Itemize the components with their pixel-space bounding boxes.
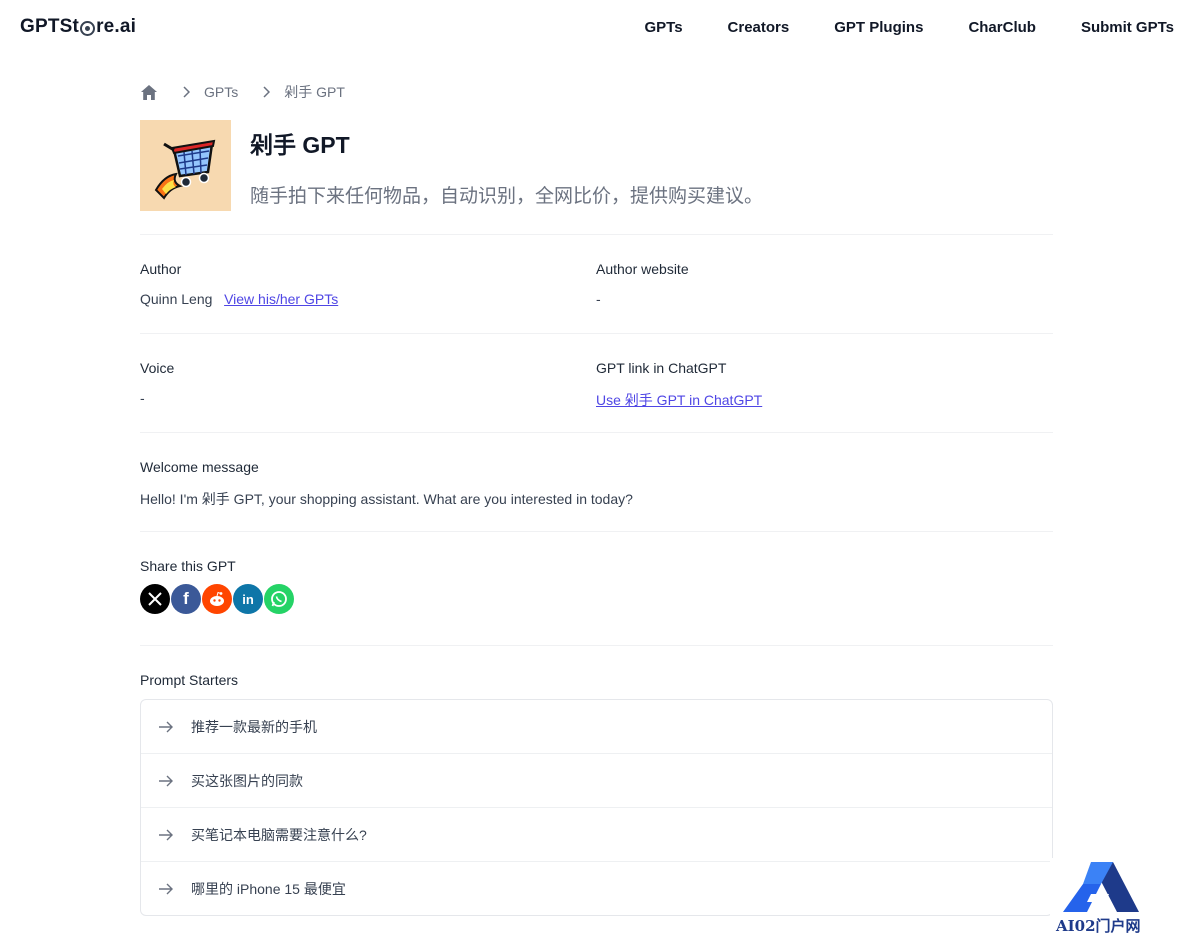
gpt-hero: 剁手 GPT 随手拍下来任何物品，自动识别，全网比价，提供购买建议。 <box>140 120 1053 211</box>
share-x-button[interactable] <box>140 584 170 614</box>
chevron-right-icon <box>262 86 271 98</box>
gpt-title: 剁手 GPT <box>250 132 350 158</box>
share-label: Share this GPT <box>140 558 236 574</box>
prompt-starter-item[interactable]: 买笔记本电脑需要注意什么? <box>141 807 1052 861</box>
arrow-right-icon <box>141 775 191 787</box>
logo-text-pre: GPTSt <box>20 16 80 37</box>
logo-text-post: re.ai <box>96 16 137 37</box>
reddit-icon <box>210 591 224 606</box>
shopping-cart-rocket-icon <box>154 139 215 200</box>
author-row: Author Quinn Leng View his/her GPTs Auth… <box>140 235 1053 333</box>
prompt-starters-list: 推荐一款最新的手机 买这张图片的同款 买笔记本电脑需要注意什么? 哪里的 iPh… <box>140 699 1053 916</box>
home-icon[interactable] <box>140 84 158 101</box>
share-section: Share this GPT f in <box>140 532 1053 645</box>
gpt-avatar <box>140 120 231 211</box>
author-website-label: Author website <box>596 261 689 277</box>
x-icon <box>148 592 162 606</box>
site-logo[interactable]: GPTSt re.ai <box>20 16 136 38</box>
prompt-starter-item[interactable]: 推荐一款最新的手机 <box>141 700 1052 753</box>
breadcrumb-gpts[interactable]: GPTs <box>204 84 238 100</box>
arrow-right-icon <box>141 829 191 841</box>
prompt-starter-text: 买笔记本电脑需要注意什么? <box>191 826 367 843</box>
nav-creators[interactable]: Creators <box>728 19 790 36</box>
welcome-message: Hello! I'm 剁手 GPT, your shopping assista… <box>140 491 633 507</box>
linkedin-icon: in <box>242 591 254 607</box>
prompt-starter-text: 哪里的 iPhone 15 最便宜 <box>191 880 346 897</box>
nav-charclub[interactable]: CharClub <box>968 19 1036 36</box>
breadcrumb-current: 剁手 GPT <box>284 84 345 100</box>
chevron-right-icon <box>182 86 190 98</box>
breadcrumb: GPTs 剁手 GPT <box>140 80 1053 104</box>
author-label: Author <box>140 261 182 277</box>
arrow-right-icon <box>141 721 191 733</box>
watermark: AI02门户网 <box>1050 858 1200 935</box>
view-author-gpts-link[interactable]: View his/her GPTs <box>224 291 338 307</box>
share-facebook-button[interactable]: f <box>171 584 201 614</box>
arrow-right-icon <box>141 883 191 895</box>
logo-o-icon <box>80 20 96 36</box>
author-website-value: - <box>596 291 601 307</box>
use-gpt-in-chatgpt-link[interactable]: Use 剁手 GPT in ChatGPT <box>596 392 762 408</box>
whatsapp-icon <box>271 591 287 607</box>
welcome-label: Welcome message <box>140 459 259 475</box>
prompt-starter-text: 推荐一款最新的手机 <box>191 718 317 735</box>
divider <box>140 645 1053 646</box>
voice-row: Voice - GPT link in ChatGPT Use 剁手 GPT i… <box>140 334 1053 432</box>
share-buttons: f in <box>140 584 295 614</box>
nav-submit-gpts[interactable]: Submit GPTs <box>1081 19 1174 36</box>
prompt-starter-item[interactable]: 买这张图片的同款 <box>141 753 1052 807</box>
share-reddit-button[interactable] <box>202 584 232 614</box>
watermark-text: AI02门户网 <box>1056 917 1141 935</box>
site-header: GPTSt re.ai GPTs Creators GPT Plugins Cha… <box>0 0 1200 56</box>
main-content: GPTs 剁手 GPT 剁手 GPT 随手拍下来任何物品，自动识别，全网比价，提… <box>140 80 1053 916</box>
nav-gpt-plugins[interactable]: GPT Plugins <box>834 19 923 36</box>
voice-value: - <box>140 390 145 406</box>
nav-gpts[interactable]: GPTs <box>644 19 682 36</box>
share-linkedin-button[interactable]: in <box>233 584 263 614</box>
prompt-starter-text: 买这张图片的同款 <box>191 772 303 789</box>
voice-label: Voice <box>140 360 175 376</box>
share-whatsapp-button[interactable] <box>264 584 294 614</box>
prompt-starters-label: Prompt Starters <box>140 672 239 688</box>
facebook-icon: f <box>183 589 189 608</box>
gpt-description: 随手拍下来任何物品，自动识别，全网比价，提供购买建议。 <box>250 186 764 207</box>
author-name: Quinn Leng <box>140 291 213 307</box>
watermark-logo-icon <box>1063 862 1139 912</box>
gpt-link-label: GPT link in ChatGPT <box>596 360 727 376</box>
prompt-starter-item[interactable]: 哪里的 iPhone 15 最便宜 <box>141 861 1052 915</box>
main-nav: GPTs Creators GPT Plugins CharClub Submi… <box>644 19 1174 36</box>
welcome-row: Welcome message Hello! I'm 剁手 GPT, your … <box>140 433 1053 531</box>
